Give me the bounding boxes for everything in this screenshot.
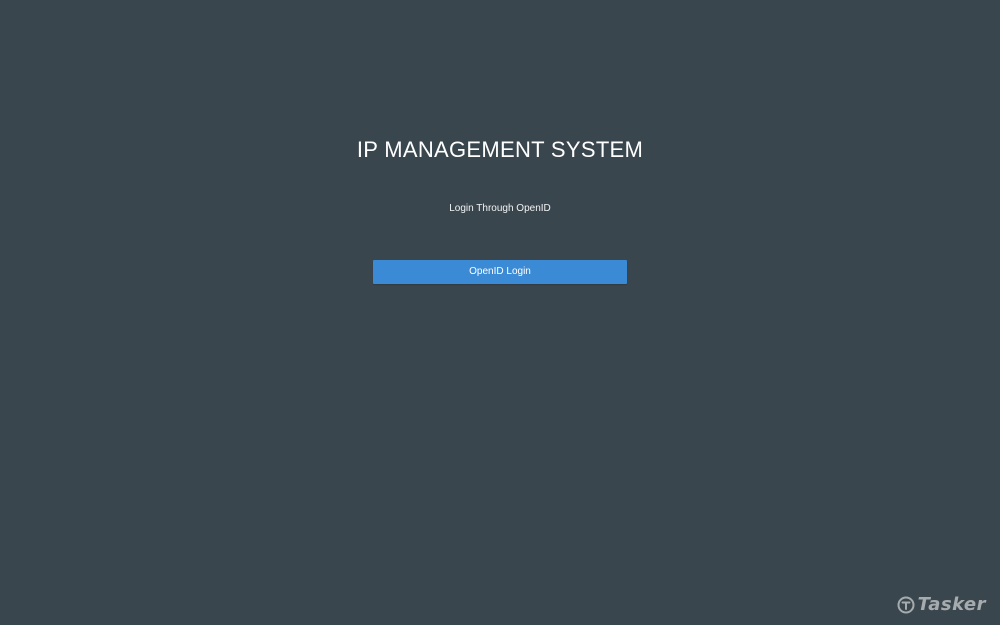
openid-login-button[interactable]: OpenID Login — [373, 260, 627, 284]
login-panel: IP MANAGEMENT SYSTEM Login Through OpenI… — [0, 0, 1000, 625]
tasker-logo-icon — [897, 596, 915, 614]
page-title: IP MANAGEMENT SYSTEM — [356, 137, 644, 162]
watermark-text: Tasker — [917, 594, 986, 615]
tasker-watermark: Tasker — [897, 594, 986, 615]
login-subtitle: Login Through OpenID — [449, 203, 551, 214]
